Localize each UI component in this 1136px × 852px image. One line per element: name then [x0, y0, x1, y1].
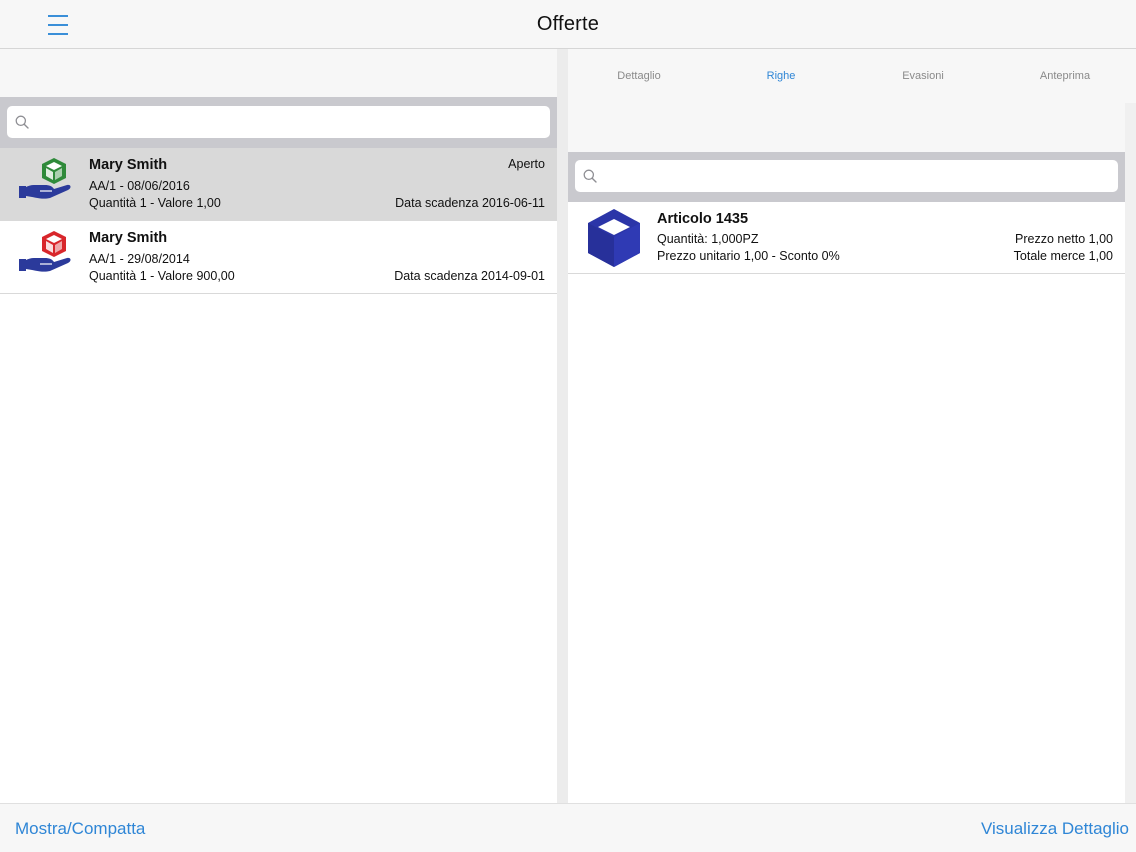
document-number: AA/1 - 08/06/2016: [89, 179, 190, 193]
left-pane-header: [0, 49, 557, 97]
detail-tabs: Dettaglio Righe Evasioni Anteprima: [568, 49, 1136, 103]
page-title: Offerte: [536, 13, 600, 35]
offer-row[interactable]: Mary Smith Aperto AA/1 - 08/06/2016 Quan…: [0, 148, 557, 221]
hand-red-box-icon: [19, 231, 71, 272]
due-date: Data scadenza 2014-09-01: [394, 269, 545, 283]
due-date: Data scadenza 2016-06-11: [395, 196, 545, 210]
app-window: Offerte Mary Smith Aperto AA/1 - 08/06/2…: [0, 0, 1136, 852]
offer-row[interactable]: Mary Smith AA/1 - 29/08/2014 Quantità 1 …: [0, 221, 557, 294]
tab-anteprima[interactable]: Anteprima: [994, 70, 1136, 82]
rows-header: [568, 103, 1125, 152]
article-name: Articolo 1435: [657, 211, 749, 227]
offers-list-pane: Mary Smith Aperto AA/1 - 08/06/2016 Quan…: [0, 49, 557, 803]
article-row[interactable]: Articolo 1435 Quantità: 1,000PZ Prezzo u…: [568, 202, 1125, 274]
article-unit-price: Prezzo unitario 1,00 - Sconto 0%: [657, 249, 840, 263]
quantity-value: Quantità 1 - Valore 1,00: [89, 196, 221, 210]
article-total: Totale merce 1,00: [1013, 249, 1113, 263]
scrollbar[interactable]: [1125, 103, 1136, 803]
offers-list: Mary Smith Aperto AA/1 - 08/06/2016 Quan…: [0, 148, 557, 294]
status-label: Aperto: [508, 157, 545, 171]
document-number: AA/1 - 29/08/2014: [89, 252, 190, 266]
search-icon: [15, 115, 29, 129]
customer-name: Mary Smith: [89, 157, 168, 173]
offers-search-input[interactable]: [7, 106, 550, 138]
show-compact-button[interactable]: Mostra/Compatta: [15, 819, 145, 839]
split-divider[interactable]: [557, 49, 568, 803]
rows-search-input[interactable]: [575, 160, 1118, 192]
blue-cube-icon: [588, 209, 640, 267]
tab-dettaglio[interactable]: Dettaglio: [568, 70, 710, 82]
detail-pane: Dettaglio Righe Evasioni Anteprima Artic…: [568, 49, 1136, 803]
rows-search-bar: [568, 152, 1125, 202]
tab-righe[interactable]: Righe: [710, 70, 852, 82]
nav-bar: Offerte: [0, 0, 1136, 49]
quantity-value: Quantità 1 - Valore 900,00: [89, 269, 235, 283]
hand-green-box-icon: [19, 158, 71, 199]
article-quantity: Quantità: 1,000PZ: [657, 232, 759, 246]
customer-name: Mary Smith: [89, 230, 168, 246]
search-icon: [583, 169, 597, 183]
offers-search-bar: [0, 97, 557, 148]
article-net-price: Prezzo netto 1,00: [1015, 232, 1113, 246]
view-detail-button[interactable]: Visualizza Dettaglio: [981, 819, 1129, 839]
tab-evasioni[interactable]: Evasioni: [852, 70, 994, 82]
bottom-toolbar: Mostra/Compatta Visualizza Dettaglio: [0, 803, 1136, 852]
